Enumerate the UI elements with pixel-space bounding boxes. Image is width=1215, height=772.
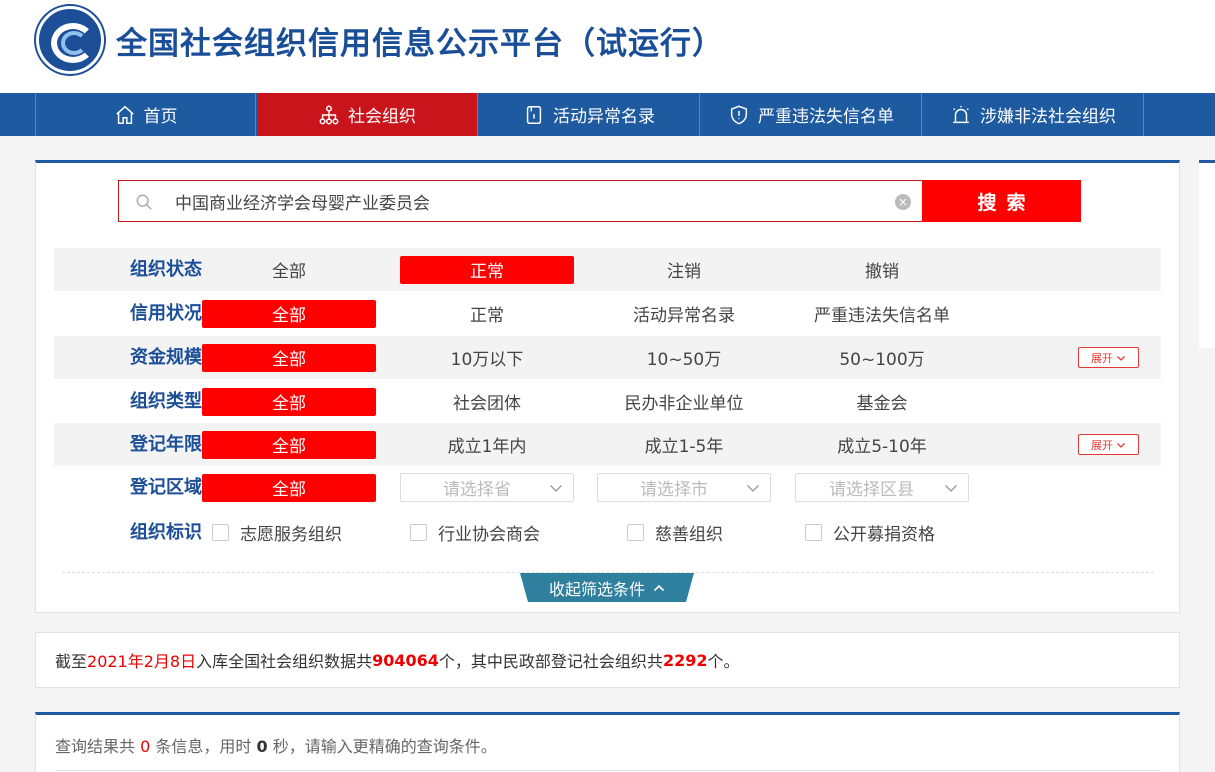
search-icon: [136, 194, 152, 210]
list-icon: [526, 105, 542, 124]
filter-label: 组织标识: [130, 522, 202, 543]
county-select[interactable]: 请选择区县: [795, 473, 969, 502]
checkbox-industry-assoc[interactable]: 行业协会商会: [410, 511, 540, 554]
home-icon: [115, 105, 134, 124]
filter-label: 信用状况: [130, 303, 202, 324]
expand-capital-button[interactable]: 展开: [1078, 347, 1139, 368]
filter-option[interactable]: 成立5-10年: [795, 423, 969, 466]
filter-row-region: 登记区域 全部 请选择省 请选择市 请选择区县: [54, 466, 1161, 509]
data-stats: 截至 2021年2月8日 入库全国社会组织数据共 904064 个，其中民政部登记社会组…: [35, 632, 1180, 688]
filter-option[interactable]: 10~50万: [597, 336, 771, 379]
filter-option[interactable]: 基金会: [795, 380, 969, 423]
filter-option[interactable]: 严重违法失信名单: [795, 292, 969, 335]
nav-item-illegal-org[interactable]: 涉嫌非法社会组织: [923, 93, 1144, 136]
filter-row-mark: 组织标识 志愿服务组织 行业协会商会 慈善组织 公开募捐资格: [54, 511, 1161, 554]
search-box: ×: [118, 180, 922, 222]
chevron-up-icon: [653, 584, 665, 591]
results-count: 0: [140, 737, 151, 756]
filter-option[interactable]: 成立1年内: [400, 423, 574, 466]
filter-label: 资金规模: [130, 347, 202, 368]
site-logo[interactable]: [36, 6, 104, 74]
filter-label: 组织类型: [130, 391, 202, 412]
city-select[interactable]: 请选择市: [597, 473, 771, 502]
checkbox[interactable]: [212, 524, 229, 541]
chevron-down-icon: [1117, 355, 1125, 361]
filter-row-status: 组织状态 全部 正常 注销 撤销: [54, 248, 1161, 291]
filter-option-selected[interactable]: 全部: [202, 466, 376, 509]
nav-item-social-org[interactable]: 社会组织: [257, 93, 478, 136]
chevron-down-icon: [747, 485, 759, 492]
org-icon: [319, 105, 339, 124]
filter-option-selected[interactable]: 全部: [202, 292, 376, 335]
filter-option[interactable]: 10万以下: [400, 336, 574, 379]
filter-option[interactable]: 全部: [202, 248, 376, 291]
filter-option-selected[interactable]: 全部: [202, 423, 376, 466]
filter-row-years: 登记年限 全部 成立1年内 成立1-5年 成立5-10年 展开: [54, 423, 1161, 466]
stats-ministry-count: 2292: [662, 650, 708, 670]
filter-label: 登记年限: [130, 434, 202, 455]
results-summary: 查询结果共 0 条信息，用时 0 秒，请输入更精确的查询条件。: [55, 737, 497, 756]
filter-option[interactable]: 成立1-5年: [597, 423, 771, 466]
shield-icon: [730, 105, 748, 125]
results-time: 0: [256, 737, 268, 756]
checkbox[interactable]: [410, 524, 427, 541]
filter-option-selected[interactable]: 全部: [202, 380, 376, 423]
filter-panel: × 搜索 组织状态 全部 正常 注销 撤销 信用状况 全部 正常 活动异常名录 …: [35, 160, 1180, 613]
divider: [55, 770, 1160, 771]
filter-option[interactable]: 正常: [400, 292, 574, 335]
filter-label: 组织状态: [130, 259, 202, 280]
chevron-down-icon: [550, 485, 562, 492]
collapse-filters-button[interactable]: 收起筛选条件: [520, 573, 694, 602]
filter-label: 登记区域: [130, 477, 202, 498]
filter-option[interactable]: 撤销: [795, 248, 969, 291]
nav-item-abnormal-list[interactable]: 活动异常名录: [479, 93, 700, 136]
checkbox-volunteer[interactable]: 志愿服务组织: [212, 511, 342, 554]
stats-total-count: 904064: [372, 650, 439, 670]
filter-row-type: 组织类型 全部 社会团体 民办非企业单位 基金会: [54, 380, 1161, 423]
checkbox-charity[interactable]: 慈善组织: [627, 511, 723, 554]
main-nav: 首页 社会组织 活动异常名录 严重违法失信名单 涉嫌非法社会组织: [0, 93, 1215, 136]
filter-option[interactable]: 活动异常名录: [597, 292, 771, 335]
nav-item-dishonest-list[interactable]: 严重违法失信名单: [701, 93, 922, 136]
province-select[interactable]: 请选择省: [400, 473, 574, 502]
stats-date: 2021年2月8日: [87, 652, 197, 671]
search-input[interactable]: [175, 187, 875, 215]
site-header: 全国社会组织信用信息公示平台（试运行）: [0, 0, 1215, 93]
filter-option[interactable]: 注销: [597, 248, 771, 291]
expand-years-button[interactable]: 展开: [1078, 434, 1139, 455]
filter-option[interactable]: 50~100万: [795, 336, 969, 379]
filter-option[interactable]: 民办非企业单位: [597, 380, 771, 423]
results-panel: 查询结果共 0 条信息，用时 0 秒，请输入更精确的查询条件。: [35, 712, 1180, 772]
clear-search-icon[interactable]: ×: [895, 194, 911, 210]
side-panel-edge: [1199, 160, 1215, 348]
checkbox[interactable]: [805, 524, 822, 541]
filter-row-capital: 资金规模 全部 10万以下 10~50万 50~100万 展开: [54, 336, 1161, 379]
filter-option-selected[interactable]: 全部: [202, 336, 376, 379]
checkbox-public-fundraising[interactable]: 公开募捐资格: [805, 511, 935, 554]
checkbox[interactable]: [627, 524, 644, 541]
chevron-down-icon: [945, 485, 957, 492]
filter-option-selected[interactable]: 正常: [400, 248, 574, 291]
alarm-icon: [953, 105, 969, 123]
search-button[interactable]: 搜索: [922, 180, 1081, 222]
site-title: 全国社会组织信用信息公示平台（试运行）: [116, 26, 724, 62]
chevron-down-icon: [1117, 442, 1125, 448]
filter-row-credit: 信用状况 全部 正常 活动异常名录 严重违法失信名单: [54, 292, 1161, 335]
nav-item-home[interactable]: 首页: [35, 93, 256, 136]
filter-option[interactable]: 社会团体: [400, 380, 574, 423]
